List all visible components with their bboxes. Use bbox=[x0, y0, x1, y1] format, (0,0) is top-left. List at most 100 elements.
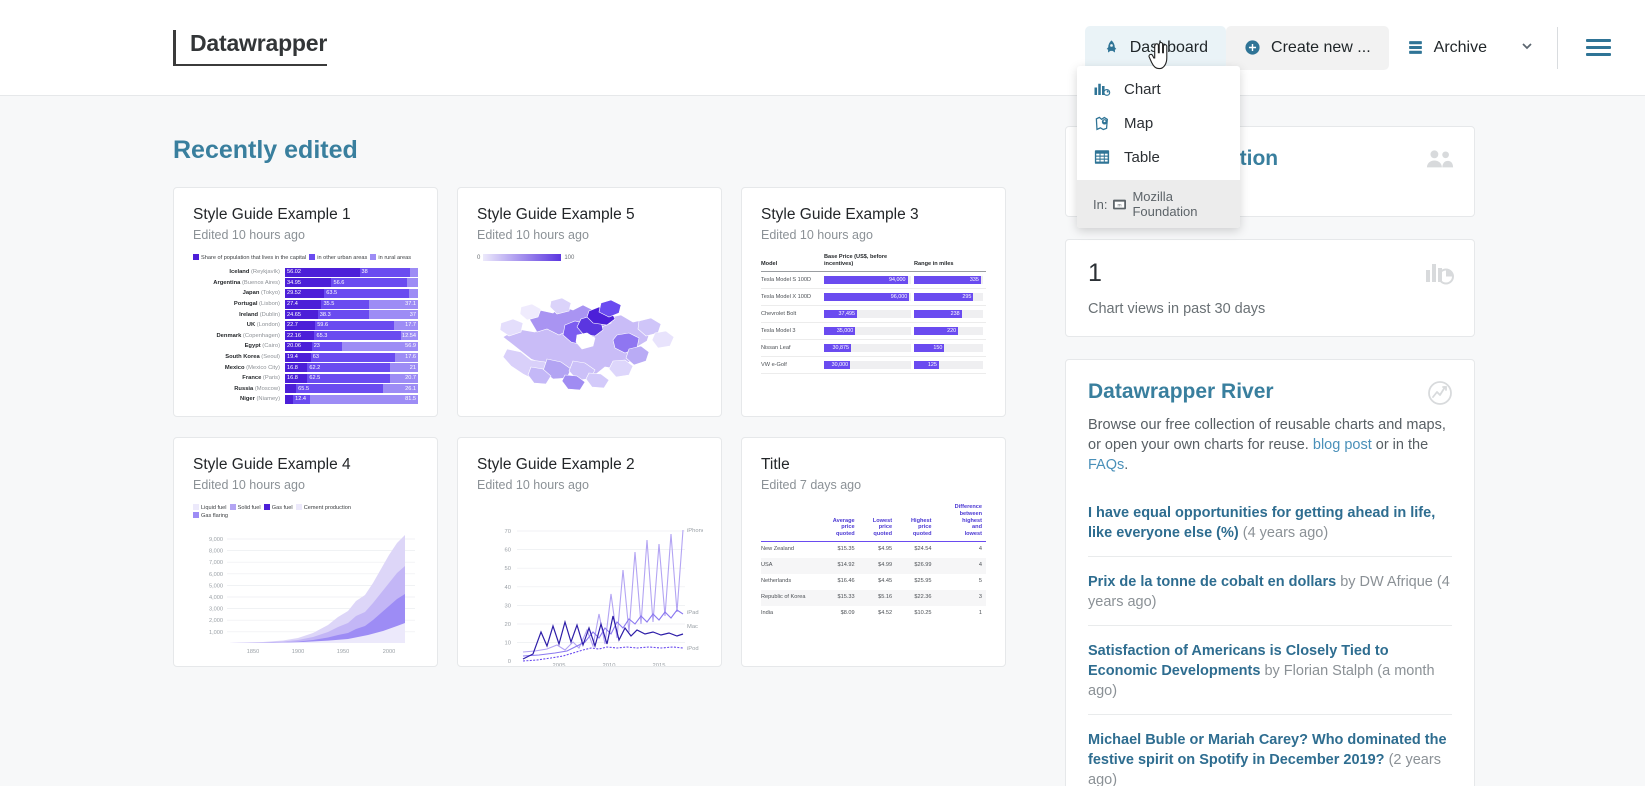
dropdown-item-chart[interactable]: Chart bbox=[1077, 72, 1240, 106]
nav-archive[interactable]: Archive bbox=[1389, 26, 1505, 70]
col-average: Averagepricequoted bbox=[817, 504, 859, 541]
y-axis-tick: 50 bbox=[505, 566, 511, 572]
bar-row-segments: 24.6538.337 bbox=[285, 310, 418, 319]
y-axis-tick: 9,000 bbox=[209, 537, 223, 543]
series-label-ipod: iPod bbox=[687, 646, 699, 652]
y-axis-tick: 1,000 bbox=[209, 630, 223, 636]
col-difference: Differencebetweenhighestandlowest bbox=[936, 504, 986, 541]
table-cell: $26.99 bbox=[896, 558, 935, 574]
chart-card-style-guide-example-3[interactable]: Style Guide Example 3 Edited 10 hours ag… bbox=[741, 187, 1006, 417]
bar-row: Egypt (Cairo)20.062356.9 bbox=[193, 341, 418, 352]
dropdown-footer-prefix: In: bbox=[1093, 197, 1107, 212]
bar-segment: 38.3 bbox=[318, 310, 369, 319]
bar-row: Mexico (Mexico City)16.862.221 bbox=[193, 362, 418, 373]
chart-card-style-guide-example-1[interactable]: Style Guide Example 1 Edited 10 hours ag… bbox=[173, 187, 438, 417]
bar-row-segments: 22.759.617.7 bbox=[285, 321, 418, 330]
nav-archive-label: Archive bbox=[1434, 39, 1487, 57]
x-axis-tick: 1900 bbox=[292, 649, 304, 655]
scale-gradient bbox=[483, 254, 561, 261]
cell-model: Tesla Model 3 bbox=[761, 323, 824, 340]
river-item-title[interactable]: Prix de la tonne de cobalt en dollars bbox=[1088, 574, 1336, 590]
river-list-item[interactable]: Michael Buble or Mariah Carey? Who domin… bbox=[1088, 714, 1452, 786]
bar-segment: 20.7 bbox=[390, 374, 418, 383]
cell-model: Tesla Model S 100D bbox=[761, 272, 824, 289]
dropdown-footer-team[interactable]: In: m Mozilla Foundation bbox=[1077, 180, 1240, 228]
series-label-ipad: iPad bbox=[687, 610, 699, 616]
chevron-down-icon[interactable] bbox=[1519, 38, 1535, 58]
y-axis-tick: 5,000 bbox=[209, 583, 223, 589]
card-title: Style Guide Example 5 bbox=[477, 205, 702, 224]
river-list-item[interactable]: Prix de la tonne de cobalt en dollars by… bbox=[1088, 556, 1452, 625]
bar-segment bbox=[407, 278, 418, 287]
bar-row-label: Ireland (Dublin) bbox=[193, 312, 285, 318]
card-edited: Edited 10 hours ago bbox=[761, 228, 986, 242]
bar-segment: 81.5 bbox=[310, 395, 418, 404]
create-new-dropdown: Chart Map bbox=[1077, 66, 1240, 228]
scale-min: 0 bbox=[477, 255, 480, 261]
page-body: Recently edited Style Guide Example 1 Ed… bbox=[0, 96, 1645, 786]
team-badge-icon: m bbox=[1113, 199, 1126, 210]
table-grid-icon bbox=[1093, 148, 1111, 166]
dropdown-item-map-label: Map bbox=[1124, 115, 1153, 132]
chart-pie-icon bbox=[1426, 260, 1454, 291]
bar-row: Russia (Moscow)65.526.1 bbox=[193, 384, 418, 395]
nav-dashboard[interactable]: Dashboard bbox=[1085, 26, 1226, 70]
river-list-item[interactable]: Satisfaction of Americans is Closely Tie… bbox=[1088, 625, 1452, 714]
bar-row-label: Denmark (Copenhagen) bbox=[193, 333, 285, 339]
river-chart-icon bbox=[1426, 380, 1454, 411]
bar-row: UK (London)22.759.617.7 bbox=[193, 320, 418, 331]
bar-segment bbox=[285, 384, 296, 393]
chart-card-style-guide-example-5[interactable]: Style Guide Example 5 Edited 10 hours ag… bbox=[457, 187, 722, 417]
x-axis-tick: 2000 bbox=[383, 649, 395, 655]
dropdown-item-chart-label: Chart bbox=[1124, 81, 1161, 98]
table-row: Tesla Model X 100D96,000295 bbox=[761, 289, 986, 306]
y-axis-tick: 7,000 bbox=[209, 560, 223, 566]
table-row: Tesla Model S 100D94,000335 bbox=[761, 272, 986, 289]
logo[interactable]: Datawrapper bbox=[173, 30, 327, 66]
bar-row-label: Russia (Moscow) bbox=[193, 386, 285, 392]
y-axis-tick: 6,000 bbox=[209, 572, 223, 578]
chart-card-style-guide-example-2[interactable]: Style Guide Example 2 Edited 10 hours ag… bbox=[457, 437, 722, 667]
y-axis-tick: 3,000 bbox=[209, 607, 223, 613]
col-highest: Highestpricequoted bbox=[896, 504, 935, 541]
table-row: Chevrolet Bolt37,495238 bbox=[761, 306, 986, 323]
river-description: Browse our free collection of reusable c… bbox=[1088, 415, 1452, 475]
x-axis-tick: 1950 bbox=[337, 649, 349, 655]
table-cell: $15.35 bbox=[817, 541, 859, 558]
page-title: Recently edited bbox=[173, 136, 1055, 165]
chart-views-label: Chart views in past 30 days bbox=[1088, 301, 1452, 317]
faqs-link[interactable]: FAQs bbox=[1088, 457, 1124, 473]
table-cell: Netherlands bbox=[761, 574, 817, 590]
table-cell: $4.95 bbox=[859, 541, 896, 558]
table-cell: $10.25 bbox=[896, 606, 935, 622]
bar-segment: 19.4 bbox=[285, 353, 311, 362]
x-axis-tick: 2015 bbox=[653, 663, 666, 667]
bar-segment: 23 bbox=[312, 342, 343, 351]
bar-row-segments: 12.481.5 bbox=[285, 395, 418, 404]
canada-map-svg bbox=[477, 263, 703, 413]
col-range: Range in miles bbox=[914, 254, 986, 272]
bar-row: Denmark (Copenhagen)22.1665.312.54 bbox=[193, 331, 418, 342]
cell-range: 125 bbox=[914, 357, 986, 374]
card-title: Style Guide Example 2 bbox=[477, 455, 702, 474]
y-axis-tick: 10 bbox=[505, 641, 511, 647]
blog-post-link[interactable]: blog post bbox=[1313, 437, 1372, 453]
archive-icon bbox=[1407, 39, 1424, 56]
dropdown-item-table[interactable]: Table bbox=[1077, 140, 1240, 174]
chart-card-style-guide-example-4[interactable]: Style Guide Example 4 Edited 10 hours ag… bbox=[173, 437, 438, 667]
hamburger-menu-icon[interactable] bbox=[1580, 33, 1617, 62]
card-edited: Edited 10 hours ago bbox=[477, 478, 702, 492]
bar-row: South Korea (Seoul)19.46317.6 bbox=[193, 352, 418, 363]
bar-segment: 37 bbox=[369, 310, 418, 319]
logo-text: Datawrapper bbox=[190, 30, 327, 56]
map-pin-icon bbox=[1093, 114, 1111, 132]
chart-card-title[interactable]: Title Edited 7 days ago Averagepricequot… bbox=[741, 437, 1006, 667]
bar-segment: 22.7 bbox=[285, 321, 315, 330]
bar-segment: 20.06 bbox=[285, 342, 312, 351]
river-list-item[interactable]: I have equal opportunities for getting a… bbox=[1088, 485, 1452, 556]
thumbnail-choropleth-map: 0 100 bbox=[477, 254, 702, 417]
dropdown-item-map[interactable]: Map bbox=[1077, 106, 1240, 140]
nav-create-new[interactable]: Create new ... bbox=[1226, 26, 1389, 70]
bar-segment bbox=[410, 268, 418, 277]
bar-row-label: South Korea (Seoul) bbox=[193, 354, 285, 360]
